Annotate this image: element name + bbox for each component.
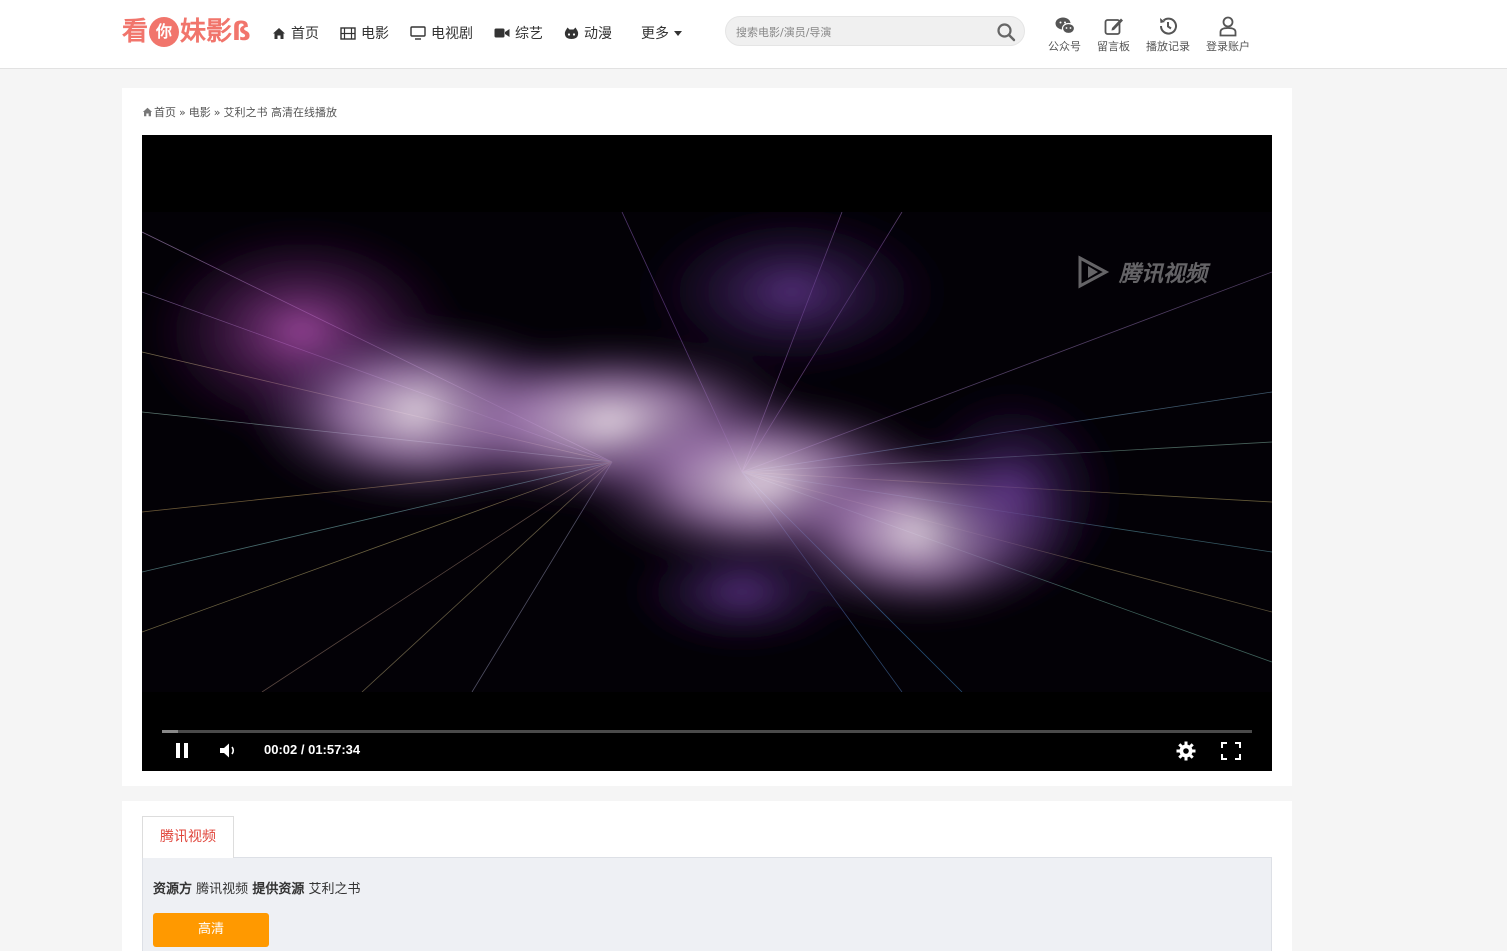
watermark-text: 腾讯视频 bbox=[1118, 262, 1207, 287]
caret-down-icon bbox=[674, 30, 682, 36]
logo-char-circle: 你 bbox=[149, 17, 180, 47]
breadcrumb-current: 艾利之书 高清在线播放 bbox=[223, 106, 337, 119]
site-logo[interactable]: 看 你 妹 影 ß bbox=[122, 14, 251, 50]
source-tab-content: 资源方 腾讯视频 提供资源 艾利之书 高清 bbox=[142, 857, 1272, 951]
progress-bar[interactable] bbox=[162, 730, 1252, 733]
tool-label: 登录账户 bbox=[1206, 40, 1250, 53]
nav-item-anime[interactable]: 动漫 bbox=[564, 23, 612, 43]
breadcrumb-home[interactable]: 首页 bbox=[154, 104, 176, 120]
github-cat-icon bbox=[564, 27, 579, 39]
player-controls: 00:02 / 01:57:34 bbox=[142, 725, 1272, 771]
nav-item-variety[interactable]: 综艺 bbox=[494, 23, 543, 43]
nav-label: 更多 bbox=[641, 26, 669, 42]
nav-label: 电影 bbox=[361, 26, 389, 42]
tool-wechat[interactable]: 公众号 bbox=[1048, 15, 1081, 54]
main-nav: 首页 电影 电视剧 综艺 动漫 更多 bbox=[272, 20, 703, 46]
progress-buffer bbox=[162, 730, 1252, 733]
tool-label: 公众号 bbox=[1048, 40, 1081, 53]
history-icon bbox=[1159, 17, 1177, 35]
breadcrumb: 首页 » 电影 » 艾利之书 高清在线播放 bbox=[142, 104, 337, 120]
tool-history[interactable]: 播放记录 bbox=[1146, 15, 1190, 54]
logo-char: 影 bbox=[206, 17, 233, 47]
edit-icon bbox=[1104, 18, 1123, 35]
logo-char: 妹 bbox=[180, 17, 207, 47]
nav-item-tv[interactable]: 电视剧 bbox=[410, 23, 473, 43]
tool-label: 留言板 bbox=[1097, 40, 1130, 53]
settings-gear-icon[interactable] bbox=[1176, 741, 1196, 761]
player-panel: 首页 » 电影 » 艾利之书 高清在线播放 腾讯视频 00:02 / 01:57… bbox=[122, 88, 1292, 786]
nav-label: 动漫 bbox=[584, 26, 612, 42]
tool-login[interactable]: 登录账户 bbox=[1206, 15, 1250, 54]
user-icon bbox=[1219, 16, 1237, 37]
breadcrumb-separator: » bbox=[213, 105, 221, 119]
source-provides-label: 提供资源 bbox=[252, 882, 305, 897]
source-provider-label: 资源方 bbox=[153, 882, 193, 897]
nav-label: 综艺 bbox=[515, 26, 543, 42]
home-icon bbox=[273, 27, 285, 39]
film-icon bbox=[340, 26, 356, 40]
nav-item-more[interactable]: 更多 bbox=[641, 23, 682, 43]
quality-hd-button[interactable]: 高清 bbox=[153, 913, 269, 947]
tool-label: 播放记录 bbox=[1146, 40, 1190, 53]
progress-fill bbox=[162, 730, 178, 733]
wechat-icon bbox=[1055, 17, 1075, 35]
fullscreen-icon[interactable] bbox=[1221, 742, 1241, 760]
pause-icon[interactable] bbox=[175, 742, 189, 759]
site-header: 看 你 妹 影 ß 首页 电影 电视剧 综艺 动漫 更多 搜索电影/演员/导演 … bbox=[0, 0, 1507, 69]
source-title: 艾利之书 bbox=[308, 882, 361, 897]
nav-item-movie[interactable]: 电影 bbox=[340, 23, 389, 43]
nav-item-home[interactable]: 首页 bbox=[272, 23, 319, 43]
video-frame[interactable]: 腾讯视频 bbox=[142, 212, 1272, 692]
tencent-video-logo-icon bbox=[1078, 255, 1110, 289]
home-icon bbox=[142, 107, 153, 117]
time-display: 00:02 / 01:57:34 bbox=[264, 742, 361, 757]
search-icon[interactable] bbox=[996, 22, 1016, 42]
source-provider: 腾讯视频 bbox=[196, 882, 249, 897]
logo-char: ß bbox=[232, 17, 251, 47]
nav-label: 电视剧 bbox=[431, 26, 473, 42]
video-camera-icon bbox=[494, 28, 510, 38]
logo-char: 看 bbox=[122, 17, 149, 47]
breadcrumb-separator: » bbox=[179, 105, 186, 119]
source-info: 资源方 腾讯视频 提供资源 艾利之书 bbox=[153, 878, 360, 897]
watermark: 腾讯视频 bbox=[1076, 255, 1207, 289]
search-input[interactable] bbox=[736, 23, 986, 41]
breadcrumb-category[interactable]: 电影 bbox=[189, 104, 211, 120]
source-panel: 腾讯视频 资源方 腾讯视频 提供资源 艾利之书 高清 bbox=[122, 801, 1292, 951]
volume-icon[interactable] bbox=[219, 742, 239, 759]
tab-tencent-video[interactable]: 腾讯视频 bbox=[142, 816, 234, 858]
nav-label: 首页 bbox=[291, 26, 319, 42]
tv-icon bbox=[410, 26, 426, 40]
header-tools: 公众号 留言板 播放记录 登录账户 bbox=[1040, 15, 1258, 54]
video-player[interactable]: 腾讯视频 00:02 / 01:57:34 bbox=[142, 135, 1272, 771]
search-box bbox=[725, 16, 1025, 46]
tool-guestbook[interactable]: 留言板 bbox=[1097, 15, 1130, 54]
